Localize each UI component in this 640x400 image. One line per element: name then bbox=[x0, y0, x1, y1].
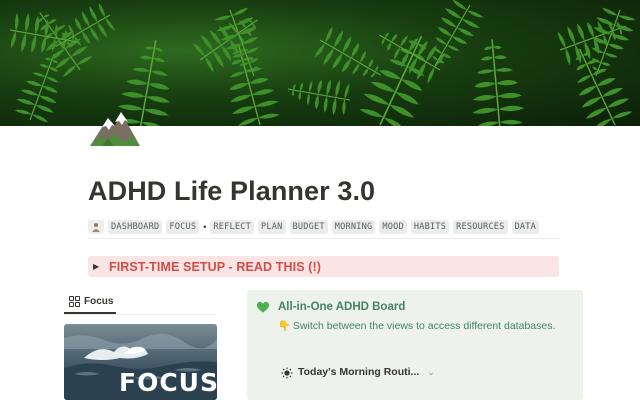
chevron-down-icon[interactable]: ⌄ bbox=[427, 367, 435, 378]
board-hint: 👇 Switch between the views to access dif… bbox=[278, 320, 555, 332]
nav-link-data[interactable]: DATA bbox=[511, 219, 540, 234]
green-heart-icon bbox=[256, 300, 270, 314]
setup-toggle-label: FIRST-TIME SETUP - READ THIS (!) bbox=[109, 259, 321, 274]
sun-icon bbox=[281, 366, 293, 379]
mountain-icon[interactable] bbox=[88, 108, 142, 150]
board-hint-text: Switch between the views to access diffe… bbox=[292, 320, 556, 332]
board-callout: All-in-One ADHD Board 👇 Switch between t… bbox=[247, 290, 583, 400]
pointing-down-hand-icon: 👇 bbox=[278, 321, 291, 332]
nav-bar: DASHBOARD FOCUS • REFLECT PLAN BUDGET MO… bbox=[88, 217, 560, 239]
nav-link-mood[interactable]: MOOD bbox=[379, 219, 407, 234]
tab-divider bbox=[64, 314, 216, 315]
tab-focus-label: Focus bbox=[84, 295, 114, 307]
setup-toggle-callout[interactable]: ▶ FIRST-TIME SETUP - READ THIS (!) bbox=[88, 256, 559, 277]
nav-link-morning[interactable]: MORNING bbox=[331, 219, 376, 234]
nav-link-dashboard[interactable]: DASHBOARD bbox=[108, 219, 163, 234]
nav-link-focus[interactable]: FOCUS bbox=[166, 219, 200, 234]
tab-focus[interactable]: Focus bbox=[64, 290, 116, 314]
page-title[interactable]: ADHD Life Planner 3.0 bbox=[88, 176, 375, 207]
morning-routine-label: Today's Morning Routi... bbox=[298, 366, 420, 378]
nav-link-habits[interactable]: HABITS bbox=[410, 219, 450, 234]
grid-icon bbox=[69, 295, 80, 307]
board-title: All-in-One ADHD Board bbox=[278, 301, 406, 313]
morning-routine-view-selector[interactable]: Today's Morning Routi... ⌄ bbox=[281, 366, 435, 379]
nav-link-reflect[interactable]: REFLECT bbox=[210, 219, 255, 234]
person-icon[interactable] bbox=[88, 219, 104, 234]
triangle-right-icon[interactable]: ▶ bbox=[93, 262, 105, 271]
nav-link-resources[interactable]: RESOURCES bbox=[453, 219, 508, 234]
focus-card-title: FOCUS bbox=[119, 368, 217, 397]
nav-separator: • bbox=[203, 221, 207, 232]
nav-link-budget[interactable]: BUDGET bbox=[289, 219, 328, 234]
nav-link-plan[interactable]: PLAN bbox=[258, 219, 286, 234]
focus-gallery-card[interactable]: FOCUS bbox=[64, 324, 217, 400]
